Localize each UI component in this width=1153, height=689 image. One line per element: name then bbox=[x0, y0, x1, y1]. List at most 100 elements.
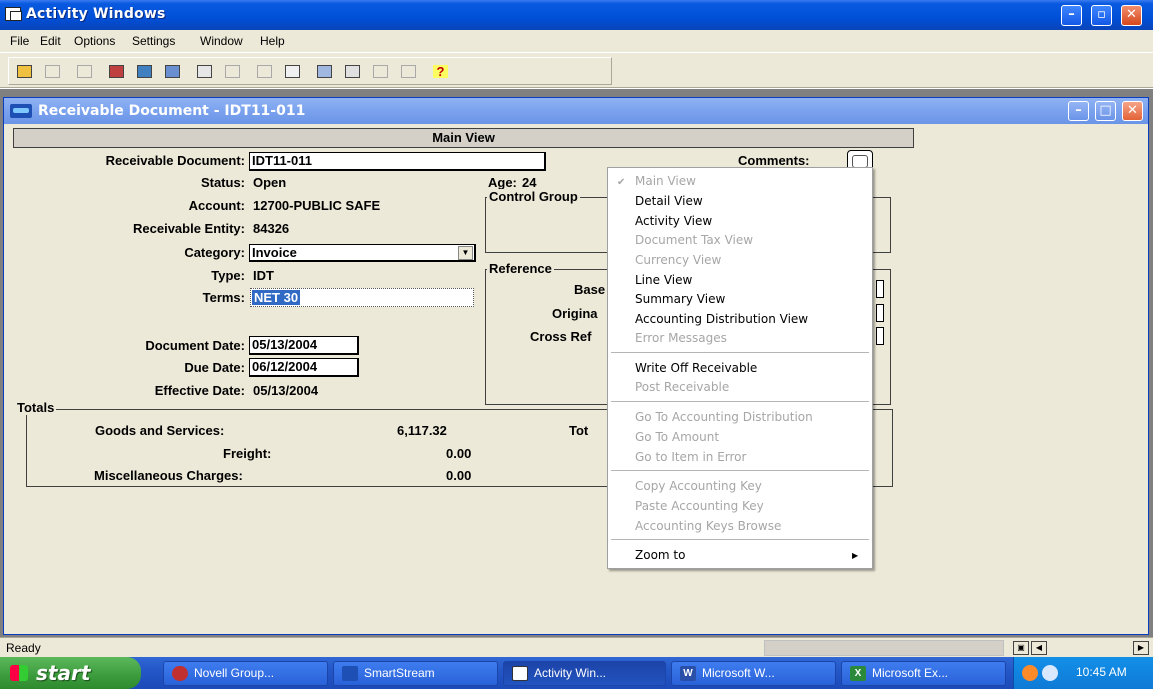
task-activity-windows[interactable]: Activity Win... bbox=[503, 661, 666, 686]
start-label: start bbox=[36, 661, 91, 685]
start-button[interactable]: start bbox=[0, 657, 141, 689]
network-icon[interactable] bbox=[1042, 665, 1058, 681]
age-value: 24 bbox=[522, 175, 537, 190]
minimize-icon[interactable]: – bbox=[1061, 5, 1082, 26]
attach-icon[interactable] bbox=[221, 61, 243, 82]
misc-charges-value: 0.00 bbox=[446, 468, 472, 483]
menu-item-write-off-receivable[interactable]: Write Off Receivable bbox=[635, 361, 757, 375]
submenu-arrow-icon: ▶ bbox=[852, 551, 859, 560]
child-close-icon[interactable]: ✕ bbox=[1122, 101, 1143, 121]
cross-ref-field[interactable] bbox=[876, 327, 884, 345]
menu-item-post-receivable[interactable]: Post Receivable bbox=[635, 380, 729, 394]
menu-item-document-tax-view[interactable]: Document Tax View bbox=[635, 233, 753, 247]
comments-label: Comments: bbox=[738, 153, 810, 168]
close-icon[interactable]: ✕ bbox=[1121, 5, 1142, 26]
word-icon: W bbox=[680, 666, 696, 681]
menu-item-summary-view[interactable]: Summary View bbox=[635, 292, 725, 306]
scroll-left-icon[interactable]: ◀ bbox=[1031, 641, 1047, 655]
account-value: 12700-PUBLIC SAFE bbox=[253, 198, 381, 213]
menu-item-currency-view[interactable]: Currency View bbox=[635, 253, 721, 267]
task-smartstream[interactable]: SmartStream bbox=[333, 661, 498, 686]
effective-date-label: Effective Date: bbox=[154, 383, 245, 398]
task-microsoft-word[interactable]: W Microsoft W... bbox=[671, 661, 836, 686]
transfer-icon[interactable] bbox=[105, 61, 127, 82]
menu-window[interactable]: Window bbox=[200, 34, 243, 48]
process-icon[interactable] bbox=[341, 61, 363, 82]
terms-value: NET 30 bbox=[252, 290, 301, 305]
activity-windows-task-icon bbox=[512, 666, 528, 681]
total-label: Tot bbox=[569, 423, 589, 438]
task-microsoft-excel[interactable]: X Microsoft Ex... bbox=[841, 661, 1006, 686]
status-label: Status: bbox=[200, 175, 245, 190]
smartstream-task-icon bbox=[342, 666, 358, 681]
misc-charges-label: Miscellaneous Charges: bbox=[94, 468, 243, 483]
menu-settings[interactable]: Settings bbox=[132, 34, 175, 48]
mdi-workspace: Receivable Document - IDT11-011 – □ ✕ Ma… bbox=[0, 89, 1153, 637]
menu-item-go-to-item-in-error[interactable]: Go to Item in Error bbox=[635, 450, 746, 464]
menu-separator bbox=[611, 352, 869, 353]
due-date-field[interactable]: 06/12/2004 bbox=[249, 358, 359, 377]
report-icon[interactable] bbox=[313, 61, 335, 82]
help-icon[interactable]: ? bbox=[429, 61, 451, 82]
menu-edit[interactable]: Edit bbox=[40, 34, 61, 48]
task-label: Activity Win... bbox=[534, 666, 607, 680]
base-field[interactable] bbox=[876, 280, 884, 298]
app-window-icon bbox=[5, 7, 22, 21]
menu-item-go-to-amount[interactable]: Go To Amount bbox=[635, 430, 719, 444]
menu-separator bbox=[611, 401, 869, 402]
list-icon[interactable] bbox=[161, 61, 183, 82]
grid-icon[interactable] bbox=[369, 61, 391, 82]
menu-item-zoom-to[interactable]: Zoom to bbox=[635, 548, 685, 562]
refresh-icon[interactable] bbox=[133, 61, 155, 82]
menu-item-line-view[interactable]: Line View bbox=[635, 273, 692, 287]
excel-icon: X bbox=[850, 666, 866, 681]
menu-item-go-to-accounting-distribution[interactable]: Go To Accounting Distribution bbox=[635, 410, 813, 424]
document-date-field[interactable]: 05/13/2004 bbox=[249, 336, 359, 355]
view-context-menu: ✔ Main View Detail View Activity View Do… bbox=[607, 167, 873, 569]
receivable-document-window: Receivable Document - IDT11-011 – □ ✕ Ma… bbox=[3, 97, 1149, 635]
search-icon[interactable] bbox=[253, 61, 275, 82]
windows-logo-icon bbox=[10, 665, 28, 681]
task-label: Novell Group... bbox=[194, 666, 275, 680]
menu-item-detail-view[interactable]: Detail View bbox=[635, 194, 703, 208]
scroll-right-icon[interactable]: ▶ bbox=[1133, 641, 1149, 655]
child-maximize-icon[interactable]: □ bbox=[1095, 101, 1116, 121]
notes-icon[interactable] bbox=[281, 61, 303, 82]
task-label: Microsoft W... bbox=[702, 666, 775, 680]
menu-item-activity-view[interactable]: Activity View bbox=[635, 214, 712, 228]
tray-expand-icon[interactable] bbox=[1022, 665, 1038, 681]
pencil-icon[interactable] bbox=[397, 61, 419, 82]
task-novell-groupwise[interactable]: Novell Group... bbox=[163, 661, 328, 686]
category-select[interactable]: Invoice ▼ bbox=[249, 244, 476, 262]
restore-icon[interactable]: ▫ bbox=[1091, 5, 1112, 26]
new-document-icon[interactable] bbox=[73, 61, 95, 82]
app-title: Activity Windows bbox=[26, 6, 166, 22]
chevron-down-icon[interactable]: ▼ bbox=[458, 246, 473, 260]
child-minimize-icon[interactable]: – bbox=[1068, 101, 1089, 121]
receivable-document-field[interactable]: IDT11-011 bbox=[249, 152, 546, 171]
toolbar-group: ? bbox=[8, 57, 612, 85]
edit-document-icon[interactable] bbox=[193, 61, 215, 82]
menu-item-copy-accounting-key[interactable]: Copy Accounting Key bbox=[635, 479, 762, 493]
menu-options[interactable]: Options bbox=[74, 34, 115, 48]
original-field[interactable] bbox=[876, 304, 884, 322]
menu-item-accounting-distribution-view[interactable]: Accounting Distribution View bbox=[635, 312, 808, 326]
open-folder-icon[interactable] bbox=[13, 61, 35, 82]
menu-item-accounting-keys-browse[interactable]: Accounting Keys Browse bbox=[635, 519, 781, 533]
save-icon[interactable] bbox=[41, 61, 63, 82]
menu-item-main-view[interactable]: Main View bbox=[635, 174, 696, 188]
app-titlebar[interactable]: Activity Windows – ▫ ✕ bbox=[0, 0, 1153, 30]
terms-field[interactable]: NET 30 bbox=[250, 288, 474, 307]
receivable-document-label: Receivable Document: bbox=[105, 153, 245, 168]
status-indicator-icon: ▣ bbox=[1013, 641, 1029, 655]
type-label: Type: bbox=[211, 268, 245, 283]
effective-date-value: 05/13/2004 bbox=[253, 383, 319, 398]
task-label: SmartStream bbox=[364, 666, 435, 680]
child-titlebar[interactable]: Receivable Document - IDT11-011 – □ ✕ bbox=[4, 98, 1148, 124]
menu-item-error-messages[interactable]: Error Messages bbox=[635, 331, 727, 345]
menu-help[interactable]: Help bbox=[260, 34, 285, 48]
smartstream-icon bbox=[10, 104, 32, 118]
clock: 10:45 AM bbox=[1076, 665, 1127, 679]
menu-item-paste-accounting-key[interactable]: Paste Accounting Key bbox=[635, 499, 764, 513]
menu-file[interactable]: File bbox=[10, 34, 29, 48]
